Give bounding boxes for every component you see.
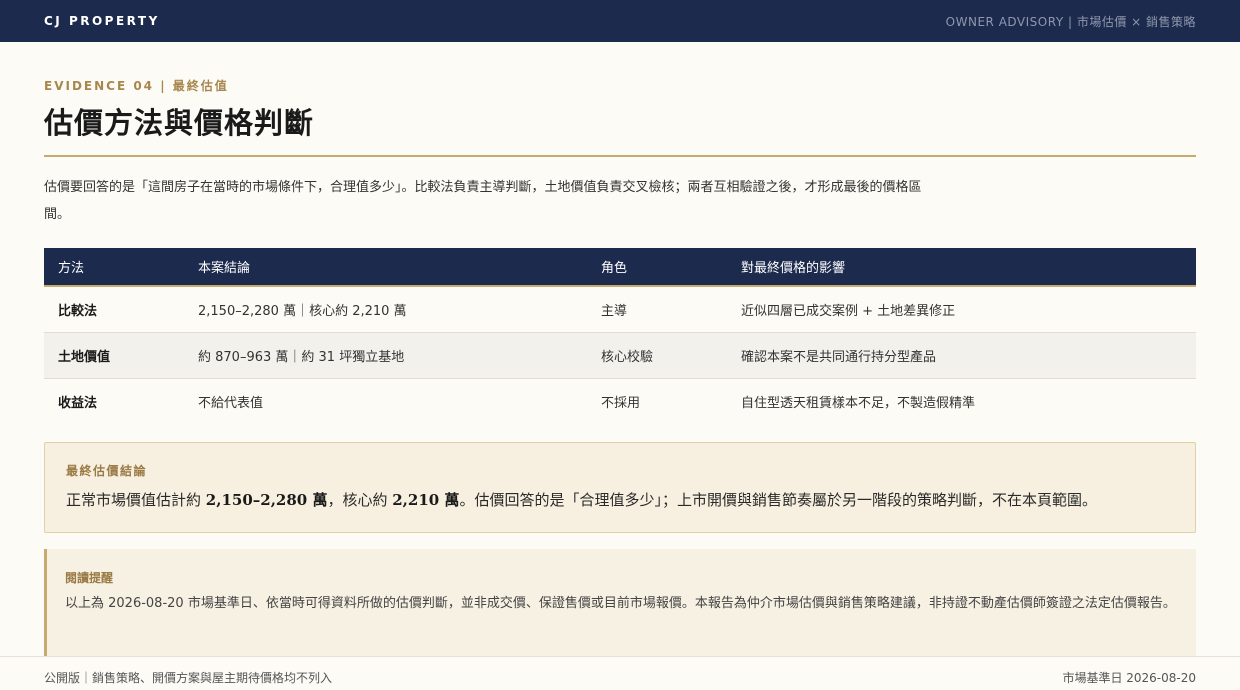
table-row: 比較法 2,150–2,280 萬｜核心約 2,210 萬 主導 近似四層已成交… <box>44 286 1196 333</box>
valuation-range: 2,150–2,280 萬 <box>205 491 328 509</box>
role-cell: 核心校驗 <box>587 332 727 379</box>
impact-cell: 確認本案不是共同通行持分型產品 <box>727 332 1196 379</box>
column-header-conclusion: 本案結論 <box>184 248 587 287</box>
callout-text-lead: 正常市場價值估計約 <box>66 491 206 509</box>
conclusion-cell: 約 870–963 萬｜約 31 坪獨立基地 <box>184 332 587 379</box>
column-header-impact: 對最終價格的影響 <box>727 248 1196 287</box>
column-header-method: 方法 <box>44 248 184 287</box>
footer-date: 市場基準日 2026-08-20 <box>1062 671 1196 685</box>
page-title: 估價方法與價格判斷 <box>44 106 315 140</box>
method-cell: 收益法 <box>58 395 98 411</box>
impact-cell: 自住型透天租賃樣本不足，不製造假精準 <box>741 395 976 411</box>
valuation-methods-table: 方法 本案結論 角色 對最終價格的影響 比較法 2,150–2,280 萬｜核心… <box>44 248 1196 424</box>
table-row: 收益法 不給代表值 不採用 自住型透天租賃樣本不足，不製造假精準 <box>44 378 1196 424</box>
brand-logo: CJ PROPERTY <box>44 14 160 28</box>
conclusion-cell: 2,150–2,280 萬｜核心約 2,210 萬 <box>184 286 587 333</box>
advisory-label: OWNER ADVISORY | 市場估價 × 銷售策略 <box>945 15 1196 29</box>
core-valuation: 2,210 萬 <box>392 491 460 509</box>
top-bar: CJ PROPERTY OWNER ADVISORY | 市場估價 × 銷售策略 <box>0 0 1240 42</box>
callout-text-mid: ，核心約 <box>327 491 393 509</box>
reminder-text: 以上為 2026-08-20 市場基準日、依當時可得資料所做的估價判斷，並非成交… <box>65 596 1176 611</box>
table-row: 土地價值 約 870–963 萬｜約 31 坪獨立基地 核心校驗 確認本案不是共… <box>44 332 1196 379</box>
page-footer: 公開版｜銷售策略、開價方案與屋主期待價格均不列入 市場基準日 2026-08-2… <box>0 656 1240 690</box>
reminder-label: 閱讀提醒 <box>65 571 114 585</box>
column-header-role: 角色 <box>587 248 727 287</box>
table-header-row: 方法 本案結論 角色 對最終價格的影響 <box>44 248 1196 287</box>
intro-paragraph: 估價要回答的是「這間房子在當時的市場條件下，合理值多少」。比較法負責主導判斷，土… <box>44 180 922 222</box>
callout-label: 最終估價結論 <box>66 464 148 478</box>
title-divider <box>44 155 1196 157</box>
final-valuation-callout: 最終估價結論 正常市場價值估計約 2,150–2,280 萬，核心約 2,210… <box>44 442 1196 533</box>
impact-cell: 近似四層已成交案例 + 土地差異修正 <box>727 286 1196 333</box>
role-cell: 不採用 <box>601 395 641 411</box>
section-eyebrow: EVIDENCE 04 | 最終估值 <box>44 79 229 93</box>
method-cell: 比較法 <box>44 286 184 333</box>
reading-reminder-note: 閱讀提醒 以上為 2026-08-20 市場基準日、依當時可得資料所做的估價判斷… <box>44 549 1196 657</box>
footer-disclaimer: 公開版｜銷售策略、開價方案與屋主期待價格均不列入 <box>44 671 333 685</box>
role-cell: 主導 <box>587 286 727 333</box>
conclusion-cell: 不給代表值 <box>198 395 264 411</box>
method-cell: 土地價值 <box>44 332 184 379</box>
callout-text-tail: 。估價回答的是「合理值多少」；上市開價與銷售節奏屬於另一階段的策略判斷，不在本頁… <box>459 491 1097 509</box>
callout-text: 正常市場價值估計約 2,150–2,280 萬，核心約 2,210 萬。估價回答… <box>66 489 1097 510</box>
